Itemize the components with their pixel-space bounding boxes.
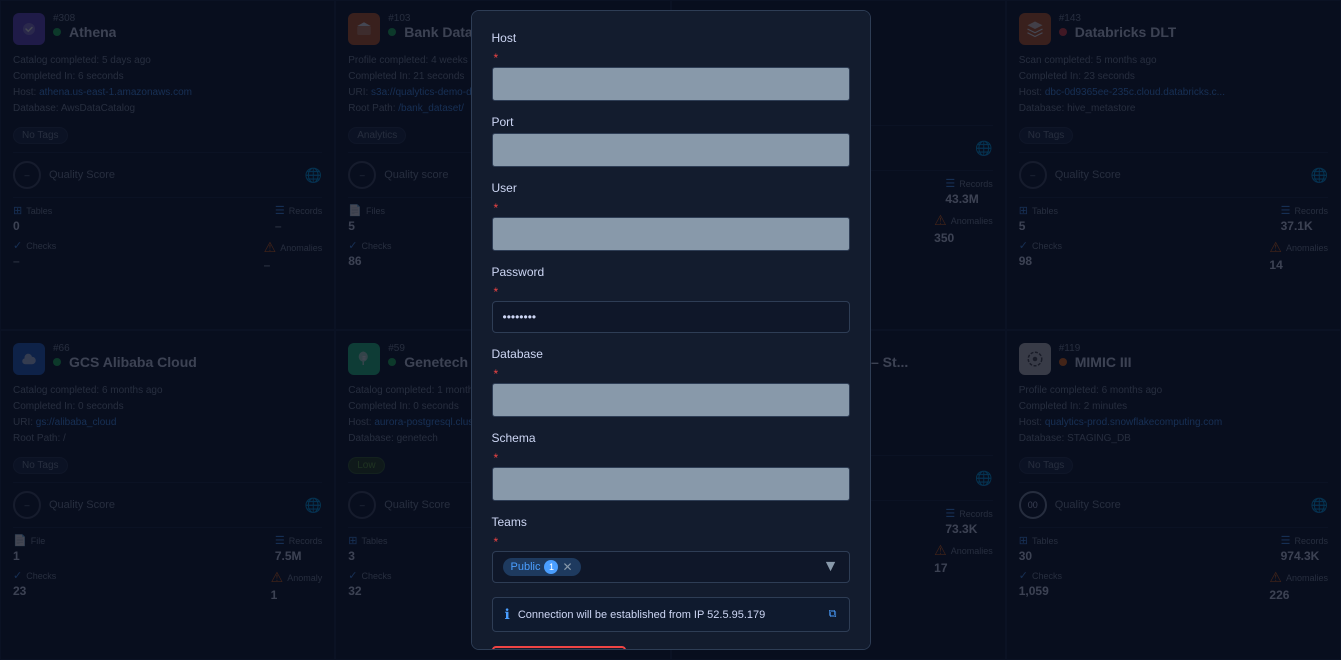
form-group-user: User* [492,181,850,251]
form-group-port: Port [492,115,850,167]
teams-label: Teams [492,515,850,529]
form-group-schema: Schema* [492,431,850,501]
password-input[interactable] [492,301,850,333]
port-input[interactable] [492,133,850,167]
schema-input[interactable] [492,467,850,501]
host-label: Host [492,31,850,45]
port-label: Port [492,115,850,129]
ip-info-row: ℹ Connection will be established from IP… [492,597,850,632]
test-connection-button[interactable]: Test connection [492,646,627,650]
info-icon: ℹ [505,606,510,623]
modal-connection: Host* Port User* Password* Database* Sch… [471,10,871,650]
database-label: Database [492,347,850,361]
team-count-badge: 1 [544,560,558,574]
test-connection-container: ➡ Test connection [492,646,850,650]
teams-input-row[interactable]: Public 1 ✕ ▼ [492,551,850,583]
schema-label: Schema [492,431,850,445]
form-group-database: Database* [492,347,850,417]
form-group-teams: Teams* Public 1 ✕ ▼ [492,515,850,583]
form-group-password: Password* [492,265,850,333]
password-label: Password [492,265,850,279]
form-group-host: Host* [492,31,850,101]
user-input[interactable] [492,217,850,251]
modal-overlay: Host* Port User* Password* Database* Sch… [0,0,1341,660]
team-tag-public: Public 1 ✕ [503,558,581,576]
team-remove-btn[interactable]: ✕ [562,560,572,574]
teams-dropdown-arrow[interactable]: ▼ [823,558,839,576]
host-input[interactable] [492,67,850,101]
user-label: User [492,181,850,195]
ip-info-text: Connection will be established from IP 5… [518,609,765,621]
copy-icon[interactable]: ⧉ [829,608,837,621]
database-input[interactable] [492,383,850,417]
